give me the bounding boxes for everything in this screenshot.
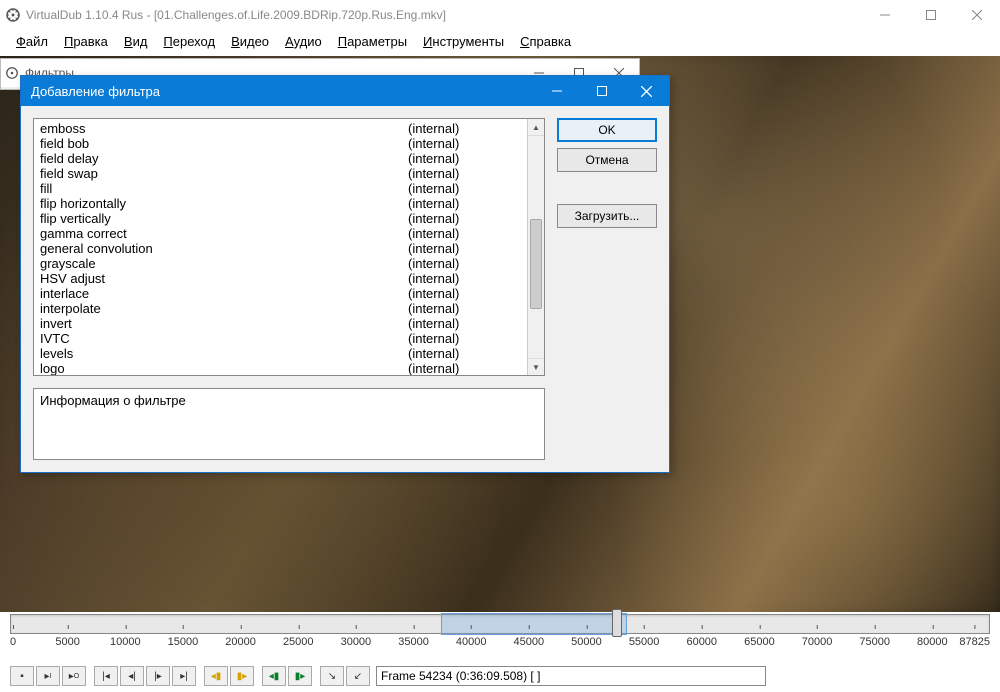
filter-list[interactable]: emboss(internal)field bob(internal)field… xyxy=(33,118,545,376)
filter-list-item[interactable]: IVTC(internal) xyxy=(34,331,544,346)
step-back-button[interactable]: ◂| xyxy=(120,666,144,686)
filter-list-item[interactable]: emboss(internal) xyxy=(34,121,544,136)
tick-label: 65000 xyxy=(744,636,775,648)
filter-list-item[interactable]: grayscale(internal) xyxy=(34,256,544,271)
frame-status: Frame 54234 (0:36:09.508) [ ] xyxy=(376,666,766,686)
maximize-button[interactable] xyxy=(908,0,954,30)
mark-out-button[interactable]: ↙ xyxy=(346,666,370,686)
menu-item[interactable]: Вид xyxy=(116,32,156,51)
filter-list-item[interactable]: invert(internal) xyxy=(34,316,544,331)
stop-button[interactable]: ▪ xyxy=(10,666,34,686)
tick-label: 50000 xyxy=(571,636,602,648)
add-filter-dialog: Добавление фильтра emboss(internal)field… xyxy=(20,75,670,473)
minimize-button[interactable] xyxy=(534,76,579,106)
add-filter-titlebar[interactable]: Добавление фильтра xyxy=(21,76,669,106)
tick-label: 5000 xyxy=(55,636,79,648)
filter-list-item[interactable]: flip horizontally(internal) xyxy=(34,196,544,211)
timeline-selection xyxy=(441,613,627,635)
step-fwd-button[interactable]: |▸ xyxy=(146,666,170,686)
play-input-button[interactable]: ▸I xyxy=(36,666,60,686)
filter-info-label: Информация о фильтре xyxy=(40,393,186,408)
go-end-button[interactable]: ▸| xyxy=(172,666,196,686)
scene-prev-button[interactable]: ◂▮ xyxy=(262,666,286,686)
tick-label: 15000 xyxy=(168,636,199,648)
tick-label: 75000 xyxy=(859,636,890,648)
scroll-thumb[interactable] xyxy=(530,219,542,309)
filter-list-item[interactable]: fill(internal) xyxy=(34,181,544,196)
menubar: ФайлПравкаВидПереходВидеоАудиоПараметрыИ… xyxy=(0,30,1000,55)
filter-list-item[interactable]: field swap(internal) xyxy=(34,166,544,181)
filter-list-item[interactable]: logo(internal) xyxy=(34,361,544,376)
close-button[interactable] xyxy=(954,0,1000,30)
go-start-button[interactable]: |◂ xyxy=(94,666,118,686)
close-button[interactable] xyxy=(624,76,669,106)
menu-item[interactable]: Параметры xyxy=(330,32,415,51)
menu-item[interactable]: Файл xyxy=(8,32,56,51)
scrollbar[interactable]: ▲ ▼ xyxy=(527,119,544,375)
menu-item[interactable]: Переход xyxy=(155,32,223,51)
filter-list-item[interactable]: field delay(internal) xyxy=(34,151,544,166)
menu-item[interactable]: Справка xyxy=(512,32,579,51)
tick-label: 30000 xyxy=(341,636,372,648)
transport-toolbar: ▪ ▸I ▸O |◂ ◂| |▸ ▸| ◂▮ ▮▸ ◂▮ ▮▸ ↘ ↙ Fram… xyxy=(10,666,990,686)
scroll-up-icon[interactable]: ▲ xyxy=(528,119,544,136)
tick-label: 40000 xyxy=(456,636,487,648)
tick-label: 20000 xyxy=(225,636,256,648)
key-next-button[interactable]: ▮▸ xyxy=(230,666,254,686)
maximize-button[interactable] xyxy=(579,76,624,106)
tick-label: 87825 xyxy=(959,636,990,648)
tick-label: 45000 xyxy=(514,636,545,648)
add-filter-title: Добавление фильтра xyxy=(31,84,160,99)
mark-in-button[interactable]: ↘ xyxy=(320,666,344,686)
main-titlebar: VirtualDub 1.10.4 Rus - [01.Challenges.o… xyxy=(0,0,1000,30)
window-controls xyxy=(862,0,1000,30)
menu-item[interactable]: Правка xyxy=(56,32,116,51)
menu-item[interactable]: Видео xyxy=(223,32,277,51)
timeline-track[interactable] xyxy=(10,614,990,634)
load-button[interactable]: Загрузить... xyxy=(557,204,657,228)
key-prev-button[interactable]: ◂▮ xyxy=(204,666,228,686)
tick-label: 80000 xyxy=(917,636,948,648)
filter-info-box: Информация о фильтре xyxy=(33,388,545,460)
filter-list-item[interactable]: interlace(internal) xyxy=(34,286,544,301)
tick-label: 10000 xyxy=(110,636,141,648)
cancel-button[interactable]: Отмена xyxy=(557,148,657,172)
app-icon xyxy=(4,6,22,24)
timeline: 0 5000 10000 15000 20000 25000 30000 35000 40000… xyxy=(10,614,990,664)
filter-list-item[interactable]: levels(internal) xyxy=(34,346,544,361)
minimize-button[interactable] xyxy=(862,0,908,30)
filter-list-item[interactable]: field bob(internal) xyxy=(34,136,544,151)
scroll-down-icon[interactable]: ▼ xyxy=(528,358,544,375)
filter-list-item[interactable]: flip vertically(internal) xyxy=(34,211,544,226)
timeline-marker[interactable] xyxy=(612,609,622,637)
tick-label: 25000 xyxy=(283,636,314,648)
play-output-button[interactable]: ▸O xyxy=(62,666,86,686)
filter-list-item[interactable]: interpolate(internal) xyxy=(34,301,544,316)
tick-label: 0 xyxy=(10,636,16,648)
scene-next-button[interactable]: ▮▸ xyxy=(288,666,312,686)
app-icon xyxy=(3,64,21,82)
tick-label: 60000 xyxy=(686,636,717,648)
tick-label: 70000 xyxy=(802,636,833,648)
menu-item[interactable]: Аудио xyxy=(277,32,330,51)
filter-list-item[interactable]: HSV adjust(internal) xyxy=(34,271,544,286)
timeline-ticks: 0 5000 10000 15000 20000 25000 30000 35000 40000… xyxy=(10,636,990,654)
ok-button[interactable]: OK xyxy=(557,118,657,142)
tick-label: 55000 xyxy=(629,636,660,648)
menu-item[interactable]: Инструменты xyxy=(415,32,512,51)
window-title: VirtualDub 1.10.4 Rus - [01.Challenges.o… xyxy=(22,8,862,22)
filter-list-item[interactable]: general convolution(internal) xyxy=(34,241,544,256)
tick-label: 35000 xyxy=(398,636,429,648)
filter-list-item[interactable]: gamma correct(internal) xyxy=(34,226,544,241)
